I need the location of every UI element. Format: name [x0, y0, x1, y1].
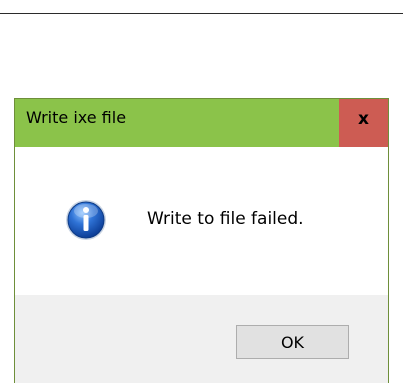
- dialog-title: Write ixe file: [26, 108, 127, 127]
- close-button[interactable]: x: [339, 99, 388, 147]
- dialog-titlebar[interactable]: Write ixe file x: [15, 99, 388, 147]
- message-dialog: Write ixe file x Write to file failed. O…: [14, 98, 389, 383]
- window-edge-divider: [0, 13, 403, 14]
- screen: Write ixe file x Write to file failed. O…: [0, 0, 403, 383]
- dialog-footer: OK: [15, 295, 388, 383]
- ok-button[interactable]: OK: [236, 325, 349, 359]
- dialog-message: Write to file failed.: [147, 209, 304, 229]
- dialog-body: Write to file failed.: [15, 147, 388, 295]
- close-icon: x: [358, 109, 369, 129]
- info-icon: [66, 200, 106, 240]
